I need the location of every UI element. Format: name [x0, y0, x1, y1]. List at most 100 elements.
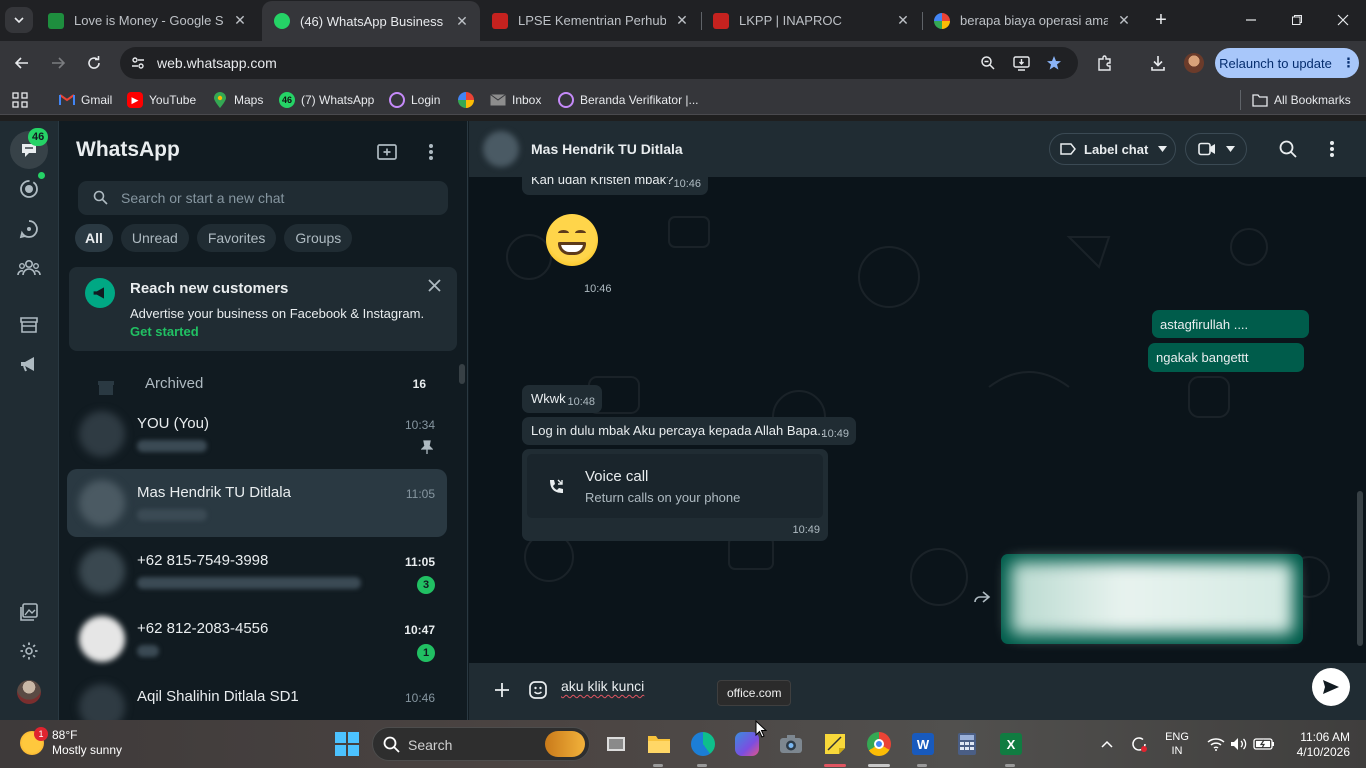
battery-button[interactable]	[1250, 730, 1278, 758]
excel-button[interactable]: X	[997, 730, 1025, 758]
emoji-button[interactable]	[526, 678, 550, 702]
forward-button[interactable]	[44, 49, 72, 77]
search-input[interactable]: Search or start a new chat	[78, 181, 448, 215]
chrome-button[interactable]	[865, 730, 893, 758]
address-bar[interactable]: web.whatsapp.com	[120, 47, 1078, 79]
profile-avatar[interactable]	[17, 680, 41, 704]
edge-button[interactable]	[689, 730, 717, 758]
contact-name[interactable]: Mas Hendrik TU Ditlala	[531, 141, 683, 157]
media-nav-button[interactable]	[15, 598, 43, 626]
word-button[interactable]: W	[909, 730, 937, 758]
bookmark-maps[interactable]: Maps	[212, 92, 263, 108]
browser-tab-whatsapp[interactable]: (46) WhatsApp Business ✕	[262, 1, 480, 41]
get-started-link[interactable]: Get started	[130, 324, 199, 339]
bookmark-gmail[interactable]: Gmail	[59, 92, 112, 108]
communities-nav-button[interactable]	[15, 254, 43, 282]
browser-tab-sheets[interactable]: Love is Money - Google Spreadsheets ✕	[36, 4, 258, 37]
message-outgoing[interactable]: ngakak bangettt	[1148, 343, 1304, 372]
chat-row-mas-hendrik[interactable]: Mas Hendrik TU Ditlala 11:05	[67, 469, 447, 537]
chat-row-aqil[interactable]: Aqil Shalihin Ditlala SD1 10:46	[67, 673, 447, 720]
bookmark-photos[interactable]	[458, 92, 480, 108]
settings-nav-button[interactable]	[15, 637, 43, 665]
apps-button[interactable]	[12, 92, 28, 108]
message-incoming[interactable]: Wkwk 10:48	[522, 385, 602, 413]
advertise-nav-button[interactable]	[15, 350, 43, 378]
close-tab-icon[interactable]: ✕	[1116, 12, 1132, 29]
close-tab-icon[interactable]: ✕	[454, 13, 470, 29]
bookmark-login[interactable]: Login	[389, 92, 440, 108]
weather-widget[interactable]: 1 88°F Mostly sunny	[20, 727, 122, 758]
filter-all[interactable]: All	[75, 224, 113, 252]
status-nav-button[interactable]	[15, 175, 43, 203]
send-button[interactable]	[1312, 668, 1350, 706]
browser-tab-lkpp[interactable]: LKPP | INAPROC ✕	[701, 4, 921, 37]
filter-favorites[interactable]: Favorites	[196, 224, 277, 252]
message-outgoing[interactable]: astagfirullah ....	[1152, 310, 1309, 338]
message-input[interactable]: aku klik kunci	[561, 678, 644, 694]
taskbar-search[interactable]: Search	[372, 727, 590, 761]
extensions-button[interactable]	[1093, 51, 1117, 75]
chat-row-62-815[interactable]: +62 815-7549-3998 11:05 3	[67, 537, 447, 605]
message-incoming[interactable]: Log in dulu mbak Aku percaya kepada Alla…	[522, 417, 856, 445]
sync-tray-button[interactable]	[1125, 730, 1153, 758]
bookmark-star-icon[interactable]	[1044, 53, 1064, 73]
filter-unread[interactable]: Unread	[120, 224, 189, 252]
bookmark-verifikator[interactable]: Beranda Verifikator |...	[558, 92, 699, 108]
grinning-face-emoji-icon[interactable]	[546, 214, 598, 266]
search-in-chat-button[interactable]	[1276, 137, 1300, 161]
start-button[interactable]	[333, 730, 361, 758]
browser-tab-lpse[interactable]: LPSE Kementrian Perhubungan ✕	[480, 4, 700, 37]
chat-menu-button[interactable]	[1320, 137, 1344, 161]
filter-groups[interactable]: Groups	[284, 224, 353, 252]
calculator-button[interactable]	[953, 730, 981, 758]
conversation-header[interactable]: Mas Hendrik TU Ditlala Label chat	[469, 121, 1366, 177]
install-app-icon[interactable]	[1011, 53, 1031, 73]
profile-avatar[interactable]	[1184, 53, 1204, 73]
bookmark-youtube[interactable]: ▶ YouTube	[127, 92, 196, 108]
browser-tab-google[interactable]: berapa biaya operasi amandel ✕	[922, 4, 1142, 37]
chat-row-you[interactable]: YOU (You) 10:34	[67, 400, 447, 468]
site-info-icon[interactable]	[128, 53, 148, 73]
system-clock[interactable]: 11:06 AM 4/10/2026	[1288, 730, 1350, 760]
attach-button[interactable]	[490, 678, 514, 702]
sticky-notes-button[interactable]	[821, 730, 849, 758]
new-tab-button[interactable]: +	[1150, 8, 1172, 32]
search-icon	[93, 190, 108, 205]
input-language[interactable]: ENG IN	[1164, 730, 1190, 758]
close-window-button[interactable]	[1320, 0, 1366, 40]
contact-avatar[interactable]	[483, 131, 519, 167]
zoom-icon[interactable]	[978, 53, 998, 73]
bookmark-inbox[interactable]: Inbox	[490, 92, 541, 108]
chat-list-scrollbar[interactable]	[459, 364, 465, 384]
label-chat-button[interactable]: Label chat	[1049, 133, 1176, 165]
bookmark-whatsapp[interactable]: 46 (7) WhatsApp	[279, 92, 374, 108]
minimize-button[interactable]	[1228, 0, 1274, 40]
camera-button[interactable]	[777, 730, 805, 758]
menu-button[interactable]	[418, 139, 444, 165]
forward-icon[interactable]	[973, 590, 991, 604]
volume-button[interactable]	[1225, 730, 1253, 758]
close-tab-icon[interactable]: ✕	[232, 12, 248, 29]
restore-button[interactable]	[1274, 0, 1320, 40]
channels-nav-button[interactable]	[15, 215, 43, 243]
dismiss-promo-button[interactable]	[428, 279, 441, 292]
all-bookmarks-button[interactable]: All Bookmarks	[1252, 92, 1351, 108]
close-tab-icon[interactable]: ✕	[895, 12, 911, 29]
video-call-button[interactable]	[1185, 133, 1247, 165]
voice-call-message[interactable]: Voice call Return calls on your phone 10…	[522, 449, 828, 541]
reload-button[interactable]	[80, 49, 108, 77]
downloads-button[interactable]	[1146, 51, 1170, 75]
tab-search-button[interactable]	[5, 7, 33, 33]
conversation-scrollbar[interactable]	[1357, 491, 1363, 646]
file-explorer-button[interactable]	[645, 730, 673, 758]
back-button[interactable]	[8, 49, 36, 77]
relaunch-button[interactable]: Relaunch to update ⋮	[1215, 48, 1359, 78]
catalog-nav-button[interactable]	[15, 311, 43, 339]
new-chat-button[interactable]	[374, 139, 400, 165]
chat-row-62-812[interactable]: +62 812-2083-4556 10:47 1	[67, 605, 447, 673]
close-tab-icon[interactable]: ✕	[674, 12, 690, 29]
communities-icon	[17, 259, 41, 276]
task-view-button[interactable]	[602, 730, 630, 758]
show-hidden-icons-button[interactable]	[1093, 730, 1121, 758]
media-message-outgoing[interactable]	[1001, 554, 1303, 644]
